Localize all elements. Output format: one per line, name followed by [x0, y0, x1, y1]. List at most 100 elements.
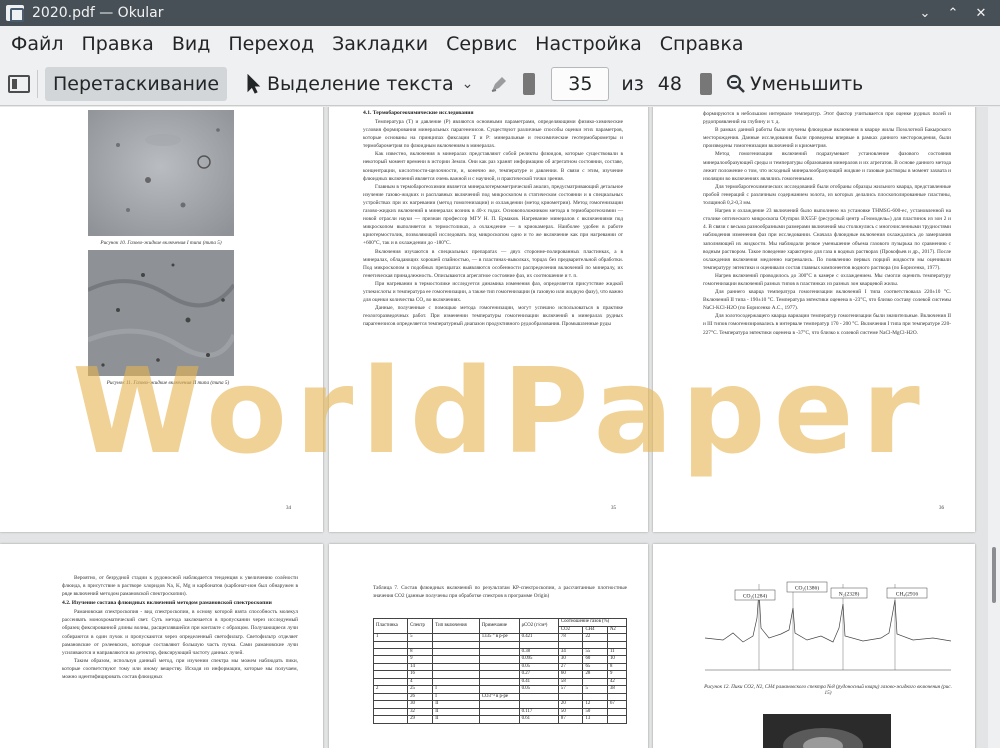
table-cell [582, 677, 608, 687]
paragraph: Температура (Т) и давление (Р) являются … [363, 119, 623, 150]
table-row: 2 25 I 0.05 57 5 38 [372, 685, 628, 694]
table-row: 16 0.27 60 28 9 [372, 670, 628, 679]
table-cell [606, 707, 628, 717]
menu-tools[interactable]: Сервис [437, 33, 526, 55]
figure-12-caption: Рисунок 12. Пики СО2, N2, CH4 рамановско… [704, 684, 952, 696]
table-cell [478, 685, 520, 694]
minimize-button[interactable]: ⌄ [916, 6, 934, 21]
paragraph: Рамановская спектроскопия - вид спектрос… [62, 609, 298, 656]
table-cell: 50 [557, 707, 584, 717]
menu-settings[interactable]: Настройка [526, 33, 651, 55]
menu-view[interactable]: Вид [163, 33, 220, 55]
table-cell: 29 [407, 715, 434, 724]
title-bar: 2020.pdf — Okular ⌄ ⌃ ✕ [0, 0, 1000, 26]
okular-app-icon [6, 5, 24, 22]
annotate-pen-icon[interactable] [489, 74, 509, 94]
table-cell: 12 [582, 700, 608, 709]
table-cell [372, 700, 409, 709]
menu-help[interactable]: Справка [651, 33, 753, 55]
menu-go[interactable]: Переход [219, 33, 323, 55]
table-cell: 30 [407, 700, 434, 709]
table-cell [518, 692, 559, 702]
table-cell: 32 [407, 707, 434, 717]
table-cell: 38 [606, 685, 628, 694]
table-cell: CO3⁻² в р-ре [478, 692, 520, 702]
menu-edit[interactable]: Правка [73, 33, 163, 55]
table-7-caption: Таблица 7. Состав флюидных включений по … [373, 585, 627, 600]
table-cell [432, 662, 480, 672]
document-viewport[interactable]: Рисунок 10. Газово-жидкие включения I ти… [0, 107, 988, 748]
table-cell [557, 640, 584, 649]
scrollbar-thumb[interactable] [992, 547, 996, 603]
table-cell: 9 [407, 655, 434, 664]
table-cell: 0.41 [518, 677, 559, 687]
maximize-button[interactable]: ⌃ [944, 6, 962, 21]
figure-11-caption: Рисунок 11. Газово-жидкие включения II т… [106, 380, 230, 386]
table-cell [432, 640, 480, 649]
table-cell: 60 [557, 670, 584, 679]
peak-label: CH₄(2916 [896, 591, 919, 598]
sidebar-toggle-icon[interactable] [8, 74, 30, 93]
figure-10-caption: Рисунок 10. Газово-жидкие включения I ти… [100, 240, 222, 246]
table-row: 32 II 0.117 50 50 [372, 707, 628, 717]
table-cell: 0.61 [518, 715, 559, 724]
table-cell: 87 [557, 715, 584, 724]
menu-bookmarks[interactable]: Закладки [323, 33, 437, 55]
table-row [372, 640, 628, 649]
table-cell [557, 692, 584, 702]
table-cell: 8 [407, 647, 434, 657]
next-page-icon[interactable] [699, 72, 712, 95]
previous-page-icon[interactable] [523, 72, 536, 95]
zoom-out-button[interactable]: Уменьшить [726, 73, 863, 95]
page-of-label: из [621, 72, 644, 95]
table-cell: II [432, 700, 480, 709]
table-cell [372, 670, 409, 679]
table-cell: 34 [557, 647, 584, 657]
vertical-scrollbar[interactable] [988, 107, 1000, 748]
close-button[interactable]: ✕ [972, 6, 990, 21]
results-table: Пластинка Спектр Тип включения Примечани… [372, 618, 628, 724]
paragraph: Нагрев и охлаждение 23 включений было вы… [703, 208, 951, 271]
table-cell: 9 [606, 670, 628, 679]
table-row: 30 II 20 12 67 [372, 700, 628, 709]
table-cell [478, 715, 520, 724]
table-cell [582, 640, 608, 649]
table-row: 1 5 1335 ° в р-ре 0.421 78 22 [372, 633, 628, 642]
table-cell: 0.27 [518, 670, 559, 679]
table-cell: 14 [407, 662, 434, 672]
table-cell: 30 [557, 655, 584, 664]
paragraph: Нагрев включений проводилось до 300°С в … [703, 272, 951, 287]
page-number-input[interactable] [551, 66, 610, 101]
paragraph: Для золотосодержащего кварца вариации те… [703, 313, 951, 336]
table-cell: 16 [407, 670, 434, 679]
table-cell: 57 [557, 685, 584, 694]
paragraph: Таким образом, используя данный метод, п… [62, 657, 298, 681]
browse-tool-button[interactable]: Перетаскивание [45, 66, 228, 101]
text-select-label: Выделение текста [267, 72, 454, 95]
table-cell: 42 [606, 677, 628, 687]
table-cell [478, 647, 520, 657]
table-cell: I [432, 692, 480, 702]
table-cell [432, 633, 480, 642]
table-cell [372, 647, 409, 657]
table-cell [582, 692, 608, 702]
table-cell [606, 640, 628, 649]
table-cell: 1 [372, 633, 409, 642]
table-cell: 0.421 [518, 633, 559, 642]
table-header: Спектр [407, 618, 434, 634]
table-cell: 0.05 [518, 685, 559, 694]
peak-label: CO₂(1284) [743, 593, 767, 600]
table-cell: 5 [582, 685, 608, 694]
menu-file[interactable]: Файл [2, 33, 73, 55]
table-cell: 8 [606, 662, 628, 672]
table-header: Соотношение газов (%) [557, 618, 628, 627]
table-cell [606, 633, 628, 642]
table-cell [606, 715, 628, 724]
section-heading-4-1: 4.1. Термобарогеохимические исследования [363, 110, 474, 116]
table-cell: I [432, 685, 480, 694]
chevron-down-icon[interactable]: ⌄ [462, 76, 474, 92]
table-cell [372, 662, 409, 672]
text-select-tool-button[interactable]: Выделение текста ⌄ [241, 67, 479, 101]
paragraph: Включения изучаются в специальных препар… [363, 248, 623, 279]
table-cell: 60 [582, 655, 608, 664]
